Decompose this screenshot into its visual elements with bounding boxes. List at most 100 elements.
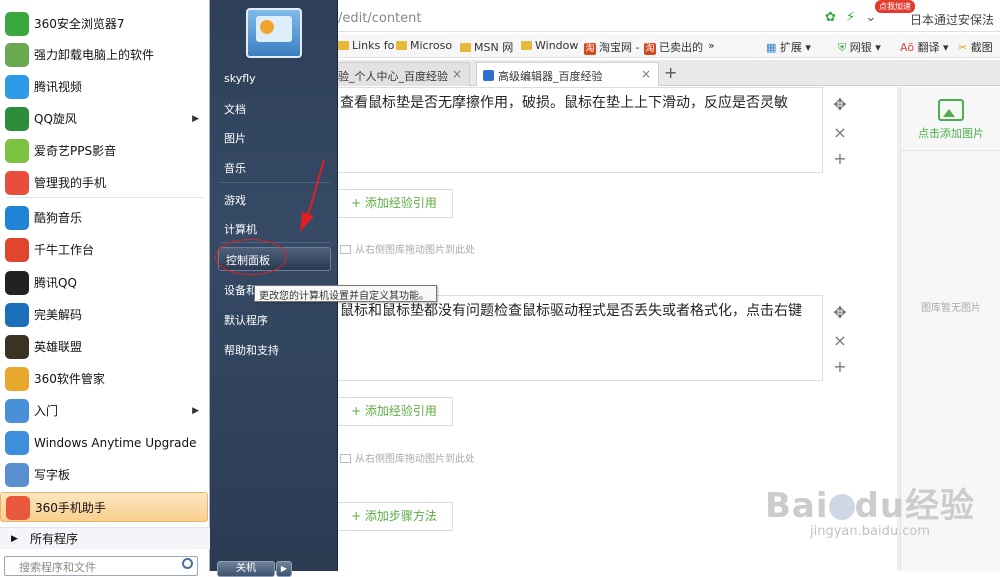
program-item[interactable]: Windows Anytime Upgrade bbox=[0, 428, 208, 458]
bookmark-taobao[interactable]: 淘淘宝网 - bbox=[584, 39, 639, 55]
submenu-arrow-icon: ▶ bbox=[192, 406, 199, 416]
all-programs-button[interactable]: ▶ 所有程序 bbox=[0, 527, 210, 549]
control-panel-tooltip: 更改您的计算机设置并自定义其功能。 bbox=[254, 285, 437, 302]
program-label: 360软件管家 bbox=[34, 372, 105, 386]
program-item[interactable]: 360安全浏览器7 bbox=[0, 9, 208, 39]
places-user[interactable]: skyfly bbox=[224, 72, 256, 85]
close-icon[interactable]: × bbox=[452, 67, 462, 81]
toolbar-extensions[interactable]: ▦ 扩展 ▾ bbox=[766, 39, 811, 55]
empty-library-text: 图库暂无图片 bbox=[921, 303, 981, 314]
program-label: 酷狗音乐 bbox=[34, 211, 83, 225]
qq-icon bbox=[5, 271, 29, 295]
step-1-textbox[interactable]: 查看鼠标垫是否无摩擦作用，破损。鼠标在垫上上下滑动，反应是否灵敏 bbox=[335, 87, 823, 173]
bookmark-sold[interactable]: 淘已卖出的 bbox=[644, 39, 703, 55]
bookmark-overflow[interactable]: » bbox=[708, 39, 715, 52]
triangle-right-icon: ▶ bbox=[11, 534, 18, 544]
taobao-icon: 淘 bbox=[644, 43, 656, 55]
toolbar-translate[interactable]: Aö 翻译 ▾ bbox=[900, 39, 949, 55]
bookmark-microsoft[interactable]: Microso bbox=[396, 39, 452, 52]
phone-manager-icon bbox=[5, 171, 29, 195]
places-default-programs[interactable]: 默认程序 bbox=[224, 312, 268, 328]
program-item[interactable]: 管理我的手机 bbox=[0, 168, 208, 198]
qq-whirlwind-icon bbox=[5, 107, 29, 131]
lol-icon bbox=[5, 335, 29, 359]
tab-personal-center[interactable]: 经验_个人中心_百度经验 × bbox=[320, 62, 470, 86]
submenu-arrow-icon: ▶ bbox=[192, 114, 199, 124]
program-item[interactable]: 爱奇艺PPS影音 bbox=[0, 136, 208, 166]
program-item[interactable]: QQ旋风 ▶ bbox=[0, 104, 208, 134]
getting-started-icon bbox=[5, 399, 29, 423]
program-item[interactable]: 酷狗音乐 bbox=[0, 203, 208, 233]
image-icon bbox=[340, 245, 351, 254]
baidu-watermark: Bai du经验 bbox=[765, 486, 976, 526]
program-label: 管理我的手机 bbox=[34, 176, 107, 190]
places-pictures[interactable]: 图片 bbox=[224, 130, 246, 146]
add-reference-button[interactable]: + 添加经验引用 bbox=[335, 397, 453, 426]
bookmark-msn[interactable]: MSN 网 bbox=[460, 39, 513, 55]
add-reference-button[interactable]: + 添加经验引用 bbox=[335, 189, 453, 218]
places-documents[interactable]: 文档 bbox=[224, 101, 246, 117]
user-avatar[interactable] bbox=[246, 8, 302, 58]
address-bar[interactable]: /edit/content ✿ ⚡ ⌄ 点我加速 日本通过安保法 bbox=[320, 0, 1000, 32]
bookmark-links[interactable]: Links fo bbox=[338, 39, 394, 52]
places-computer[interactable]: 计算机 bbox=[224, 221, 257, 237]
paw-icon bbox=[828, 494, 855, 520]
program-item[interactable]: 写字板 bbox=[0, 460, 208, 490]
program-item[interactable]: 入门 ▶ bbox=[0, 396, 208, 426]
program-item[interactable]: 强力卸载电脑上的软件 bbox=[0, 40, 208, 70]
program-label: 强力卸载电脑上的软件 bbox=[34, 48, 155, 62]
program-item[interactable]: 360手机助手 bbox=[0, 492, 208, 522]
speedup-badge[interactable]: 点我加速 bbox=[875, 0, 915, 13]
program-label: 腾讯视频 bbox=[34, 80, 83, 94]
address-text[interactable]: /edit/content bbox=[338, 11, 422, 26]
program-item[interactable]: 腾讯视频 bbox=[0, 72, 208, 102]
reload-icon[interactable]: ✿ bbox=[825, 10, 836, 25]
program-item[interactable]: 英雄联盟 bbox=[0, 332, 208, 362]
annotation-ellipse bbox=[215, 239, 287, 275]
folder-icon bbox=[460, 43, 471, 52]
new-tab-button[interactable]: + bbox=[664, 63, 677, 82]
scissors-icon: ✂ bbox=[958, 41, 968, 54]
chevron-down-icon[interactable]: ⌄ bbox=[865, 10, 876, 25]
program-item[interactable]: 腾讯QQ bbox=[0, 268, 208, 298]
toolbar-bank[interactable]: ⛨ 网银 ▾ bbox=[838, 39, 881, 55]
taobao-icon: 淘 bbox=[584, 43, 596, 55]
folder-icon bbox=[521, 41, 532, 50]
places-devices[interactable]: 设备和 bbox=[224, 282, 257, 298]
speed-icon[interactable]: ⚡ bbox=[846, 10, 855, 25]
folder-icon bbox=[338, 41, 349, 50]
places-games[interactable]: 游戏 bbox=[224, 192, 246, 208]
program-item[interactable]: 完美解码 bbox=[0, 300, 208, 330]
bookmark-windows[interactable]: Window bbox=[521, 39, 578, 52]
shutdown-options-button[interactable]: ▶ bbox=[276, 561, 292, 577]
program-item[interactable]: 千牛工作台 bbox=[0, 235, 208, 265]
add-step-icon[interactable]: + bbox=[832, 149, 848, 168]
add-step-method-button[interactable]: + 添加步骤方法 bbox=[335, 502, 453, 531]
step-2-textbox[interactable]: 鼠标和鼠标垫都没有问题检查鼠标驱动程式是否丢失或者格式化，点击右键 bbox=[335, 295, 823, 381]
program-label: QQ旋风 bbox=[34, 112, 77, 126]
search-suggestion[interactable]: 日本通过安保法 bbox=[910, 11, 994, 28]
tab-advanced-editor[interactable]: 高级编辑器_百度经验 × bbox=[476, 62, 659, 86]
places-help[interactable]: 帮助和支持 bbox=[224, 342, 279, 358]
divider bbox=[220, 182, 330, 183]
delete-step-icon[interactable]: × bbox=[832, 331, 848, 350]
program-label: 360手机助手 bbox=[35, 501, 106, 515]
places-music[interactable]: 音乐 bbox=[224, 160, 246, 176]
program-label: 入门 bbox=[34, 404, 59, 418]
program-item[interactable]: 360软件管家 bbox=[0, 364, 208, 394]
shutdown-button[interactable]: 关机 bbox=[217, 561, 275, 577]
move-icon[interactable]: ✥ bbox=[832, 303, 848, 322]
close-icon[interactable]: × bbox=[641, 67, 651, 81]
tab-strip: 经验_个人中心_百度经验 × 高级编辑器_百度经验 × + bbox=[320, 60, 1000, 86]
move-icon[interactable]: ✥ bbox=[832, 95, 848, 114]
search-icon[interactable] bbox=[182, 558, 193, 569]
tencent-video-icon bbox=[5, 75, 29, 99]
program-label: 爱奇艺PPS影音 bbox=[34, 144, 117, 158]
delete-step-icon[interactable]: × bbox=[832, 123, 848, 142]
toolbar-screenshot[interactable]: ✂ 截图 bbox=[958, 39, 993, 55]
add-image-button[interactable]: 点击添加图片 bbox=[901, 87, 1000, 151]
add-image-icon bbox=[938, 99, 964, 121]
add-step-icon[interactable]: + bbox=[832, 357, 848, 376]
program-label: 完美解码 bbox=[34, 308, 83, 322]
start-search-input[interactable]: 搜索程序和文件 bbox=[4, 556, 198, 576]
